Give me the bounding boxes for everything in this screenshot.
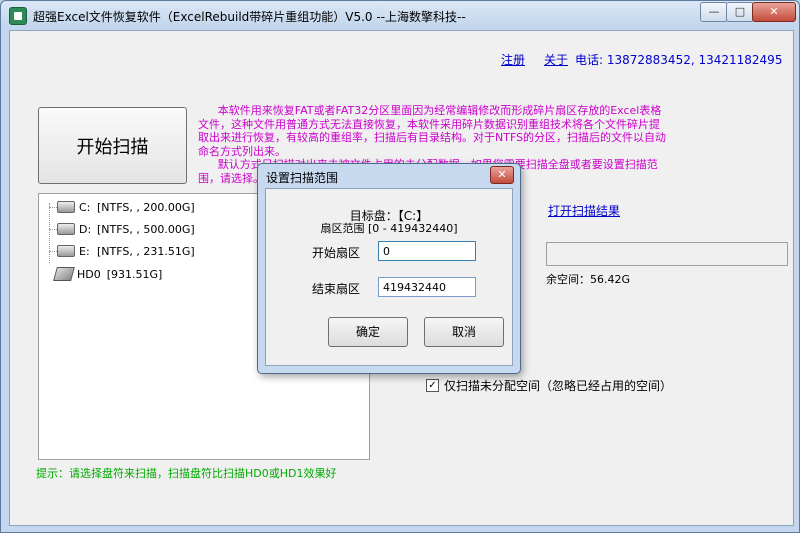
- phone-text: 电话: 13872883452, 13421182495: [575, 53, 783, 67]
- disk-icon: [57, 245, 75, 257]
- dialog-close-button[interactable]: ✕: [490, 166, 514, 184]
- description-paragraph-1: 本软件用来恢复FAT或者FAT32分区里面因为经常编辑修改而形成碎片扇区存放的E…: [198, 104, 667, 158]
- maximize-button[interactable]: □: [726, 2, 754, 22]
- drive-info: [NTFS, , 500.00G]: [97, 222, 195, 236]
- drive-letter: D:: [79, 222, 92, 236]
- free-space-text: 余空间：56.42G: [546, 273, 631, 286]
- hard-disk-icon: [53, 267, 75, 281]
- scan-range-dialog: 设置扫描范围 ✕ 目标盘：【C:】 扇区范围 [0 - 419432440] 开…: [257, 163, 521, 374]
- about-link[interactable]: 关于: [544, 51, 568, 68]
- sector-range-text: 扇区范围 [0 - 419432440]: [320, 222, 458, 235]
- drive-info: [NTFS, , 231.51G]: [97, 244, 195, 258]
- cancel-button[interactable]: 取消: [424, 317, 504, 347]
- start-sector-label: 开始扇区: [312, 246, 361, 260]
- window-title: 超强Excel文件恢复软件（ExcelRebuild带碎片重组功能）V5.0 -…: [33, 10, 466, 24]
- tree-connector: [49, 203, 51, 263]
- drive-info: [931.51G]: [106, 267, 163, 281]
- start-sector-input[interactable]: 0: [378, 241, 476, 261]
- end-sector-input[interactable]: 419432440: [378, 277, 476, 297]
- drive-letter: E:: [79, 244, 90, 258]
- tree-item-c[interactable]: C: [NTFS, , 200.00G]: [57, 198, 195, 216]
- title-bar[interactable]: 超强Excel文件恢复软件（ExcelRebuild带碎片重组功能）V5.0 -…: [1, 1, 799, 29]
- register-link[interactable]: 注册: [501, 51, 525, 68]
- open-scan-result-link[interactable]: 打开扫描结果: [548, 202, 620, 219]
- drive-letter: C:: [79, 200, 91, 214]
- progress-box: [546, 242, 788, 266]
- ok-button[interactable]: 确定: [328, 317, 408, 347]
- start-scan-button[interactable]: 开始扫描: [38, 107, 187, 184]
- minimize-button[interactable]: —: [700, 2, 728, 22]
- app-icon: [9, 7, 27, 25]
- disk-icon: [57, 201, 75, 213]
- disk-icon: [57, 223, 75, 235]
- checkbox-label: 仅扫描未分配空间（忽略已经占用的空间）: [444, 379, 673, 393]
- checkbox-checked-icon[interactable]: ✓: [426, 379, 439, 392]
- tree-item-hd0[interactable]: HD0 [931.51G]: [53, 265, 163, 283]
- hint-text: 提示：请选择盘符来扫描，扫描盘符比扫描HD0或HD1效果好: [36, 467, 337, 480]
- dialog-title: 设置扫描范围: [266, 171, 339, 185]
- dialog-body: 目标盘：【C:】 扇区范围 [0 - 419432440] 开始扇区 0 结束扇…: [265, 188, 513, 366]
- unallocated-only-option[interactable]: ✓ 仅扫描未分配空间（忽略已经占用的空间）: [426, 377, 672, 394]
- tree-item-d[interactable]: D: [NTFS, , 500.00G]: [57, 220, 195, 238]
- tree-item-e[interactable]: E: [NTFS, , 231.51G]: [57, 242, 195, 260]
- end-sector-label: 结束扇区: [312, 282, 361, 296]
- drive-info: [NTFS, , 200.00G]: [97, 200, 195, 214]
- close-button[interactable]: ✕: [752, 2, 796, 22]
- drive-letter: HD0: [77, 267, 101, 281]
